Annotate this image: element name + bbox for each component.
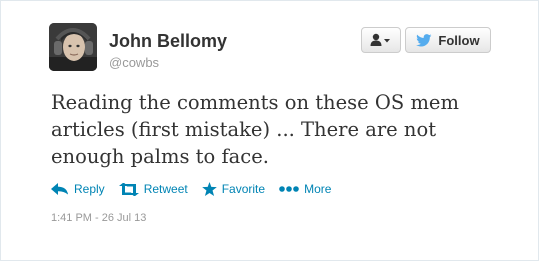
avatar[interactable] bbox=[49, 23, 97, 71]
favorite-label: Favorite bbox=[221, 182, 266, 196]
user-handle[interactable]: @cowbs bbox=[109, 55, 159, 70]
reply-icon bbox=[51, 183, 68, 195]
star-icon bbox=[201, 182, 217, 196]
display-name[interactable]: John Bellomy bbox=[109, 31, 227, 52]
retweet-button[interactable]: Retweet bbox=[118, 182, 188, 196]
avatar-image bbox=[49, 23, 97, 71]
twitter-bird-icon bbox=[416, 33, 432, 47]
follow-label: Follow bbox=[438, 32, 480, 48]
more-button[interactable]: More bbox=[279, 182, 331, 196]
favorite-button[interactable]: Favorite bbox=[201, 182, 266, 196]
tweet-text: Reading the comments on these OS mem art… bbox=[51, 91, 459, 168]
retweet-icon bbox=[118, 182, 139, 196]
more-label: More bbox=[304, 182, 332, 196]
person-dropdown-icon bbox=[370, 33, 390, 46]
tweet-actions: Reply Retweet Favorite More bbox=[51, 182, 345, 196]
retweet-label: Retweet bbox=[143, 182, 188, 196]
reply-label: Reply bbox=[74, 182, 105, 196]
user-actions-button[interactable] bbox=[361, 27, 401, 53]
more-dots-icon bbox=[279, 186, 299, 192]
reply-button[interactable]: Reply bbox=[51, 182, 105, 196]
tweet-timestamp[interactable]: 1:41 PM - 26 Jul 13 bbox=[51, 212, 146, 224]
tweet-card: John Bellomy @cowbs Follow Reading the c… bbox=[0, 0, 539, 261]
follow-button[interactable]: Follow bbox=[405, 27, 491, 53]
